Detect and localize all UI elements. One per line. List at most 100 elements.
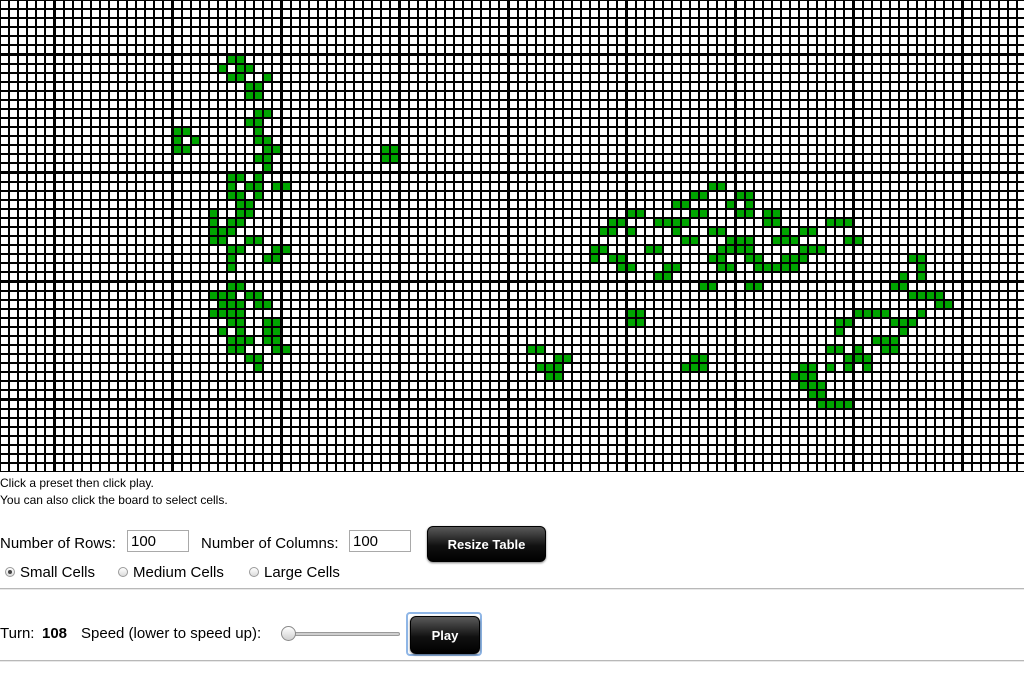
board-cell[interactable] xyxy=(373,346,381,353)
board-cell[interactable] xyxy=(618,300,626,308)
board-cell[interactable] xyxy=(455,291,462,299)
board-cell[interactable] xyxy=(509,28,517,36)
board-cell[interactable] xyxy=(46,19,54,27)
board-cell[interactable] xyxy=(137,309,145,317)
board-cell[interactable] xyxy=(918,282,926,290)
board-cell[interactable] xyxy=(927,218,935,226)
board-cell[interactable] xyxy=(10,346,18,353)
board-cell[interactable] xyxy=(100,327,108,335)
board-cell[interactable] xyxy=(218,218,226,226)
board-cell[interactable] xyxy=(700,100,708,108)
board-cell[interactable] xyxy=(491,110,499,117)
board-cell[interactable] xyxy=(110,164,117,172)
board-cell[interactable] xyxy=(927,28,935,36)
board-cell[interactable] xyxy=(73,382,81,390)
board-cell[interactable] xyxy=(936,82,944,90)
board-cell[interactable] xyxy=(209,55,217,63)
board-cell[interactable] xyxy=(845,46,853,54)
board-cell[interactable] xyxy=(445,73,453,81)
board-cell[interactable] xyxy=(200,255,208,263)
board-cell[interactable] xyxy=(464,273,472,281)
board-cell[interactable] xyxy=(228,119,235,126)
board-cell[interactable] xyxy=(200,46,208,54)
board-cell[interactable] xyxy=(1018,37,1024,45)
board-cell[interactable] xyxy=(727,182,735,190)
board-cell[interactable] xyxy=(1,46,8,54)
board-cell[interactable] xyxy=(527,82,535,90)
board-cell[interactable] xyxy=(963,173,971,181)
board-cell[interactable] xyxy=(191,309,199,317)
board-cell[interactable] xyxy=(863,155,871,163)
board-cell[interactable] xyxy=(809,218,817,226)
board-cell[interactable] xyxy=(854,300,862,308)
board-cell[interactable] xyxy=(745,200,753,208)
board-cell[interactable] xyxy=(137,146,145,154)
board-cell[interactable] xyxy=(936,182,944,190)
board-cell[interactable] xyxy=(382,291,390,299)
board-cell[interactable] xyxy=(209,228,217,235)
board-cell[interactable] xyxy=(100,255,108,263)
board-cell[interactable] xyxy=(37,55,45,63)
board-cell[interactable] xyxy=(881,327,889,335)
board-cell[interactable] xyxy=(727,264,735,272)
board-cell[interactable] xyxy=(19,364,27,372)
board-cell[interactable] xyxy=(881,19,889,27)
board-cell[interactable] xyxy=(582,28,590,36)
board-cell[interactable] xyxy=(137,37,145,45)
board-cell[interactable] xyxy=(164,282,172,290)
board-cell[interactable] xyxy=(736,228,744,235)
board-cell[interactable] xyxy=(46,218,54,226)
board-cell[interactable] xyxy=(990,346,998,353)
board-cell[interactable] xyxy=(146,200,154,208)
board-cell[interactable] xyxy=(173,28,181,36)
board-cell[interactable] xyxy=(55,237,63,245)
board-cell[interactable] xyxy=(436,19,444,27)
board-cell[interactable] xyxy=(545,218,553,226)
board-cell[interactable] xyxy=(836,46,844,54)
board-cell[interactable] xyxy=(264,327,272,335)
board-cell[interactable] xyxy=(564,137,571,145)
board-cell[interactable] xyxy=(218,255,226,263)
board-cell[interactable] xyxy=(110,119,117,126)
board-cell[interactable] xyxy=(173,173,181,181)
board-cell[interactable] xyxy=(246,346,254,353)
board-cell[interactable] xyxy=(300,73,308,81)
board-cell[interactable] xyxy=(845,55,853,63)
board-cell[interactable] xyxy=(255,146,263,154)
board-cell[interactable] xyxy=(164,19,172,27)
board-cell[interactable] xyxy=(200,273,208,281)
board-cell[interactable] xyxy=(19,46,27,54)
board-cell[interactable] xyxy=(46,228,54,235)
board-cell[interactable] xyxy=(981,173,989,181)
board-cell[interactable] xyxy=(1,100,8,108)
board-cell[interactable] xyxy=(482,273,490,281)
board-cell[interactable] xyxy=(663,191,671,199)
board-cell[interactable] xyxy=(337,110,344,117)
board-cell[interactable] xyxy=(573,309,580,317)
board-cell[interactable] xyxy=(827,246,835,254)
board-cell[interactable] xyxy=(791,346,798,353)
board-cell[interactable] xyxy=(473,146,481,154)
board-cell[interactable] xyxy=(128,364,136,372)
board-cell[interactable] xyxy=(246,218,254,226)
board-cell[interactable] xyxy=(246,73,254,81)
board-cell[interactable] xyxy=(709,264,717,272)
board-cell[interactable] xyxy=(618,91,626,99)
board-cell[interactable] xyxy=(228,46,235,54)
board-cell[interactable] xyxy=(173,209,181,217)
board-cell[interactable] xyxy=(700,119,708,126)
board-cell[interactable] xyxy=(409,28,417,36)
board-cell[interactable] xyxy=(573,191,580,199)
board-cell[interactable] xyxy=(672,55,680,63)
board-cell[interactable] xyxy=(545,119,553,126)
board-cell[interactable] xyxy=(445,382,453,390)
board-cell[interactable] xyxy=(918,91,926,99)
board-cell[interactable] xyxy=(100,264,108,272)
board-cell[interactable] xyxy=(654,19,662,27)
board-cell[interactable] xyxy=(945,19,953,27)
board-cell[interactable] xyxy=(582,146,590,154)
board-cell[interactable] xyxy=(682,137,689,145)
board-cell[interactable] xyxy=(119,400,126,408)
board-cell[interactable] xyxy=(128,337,136,344)
board-cell[interactable] xyxy=(909,82,916,90)
